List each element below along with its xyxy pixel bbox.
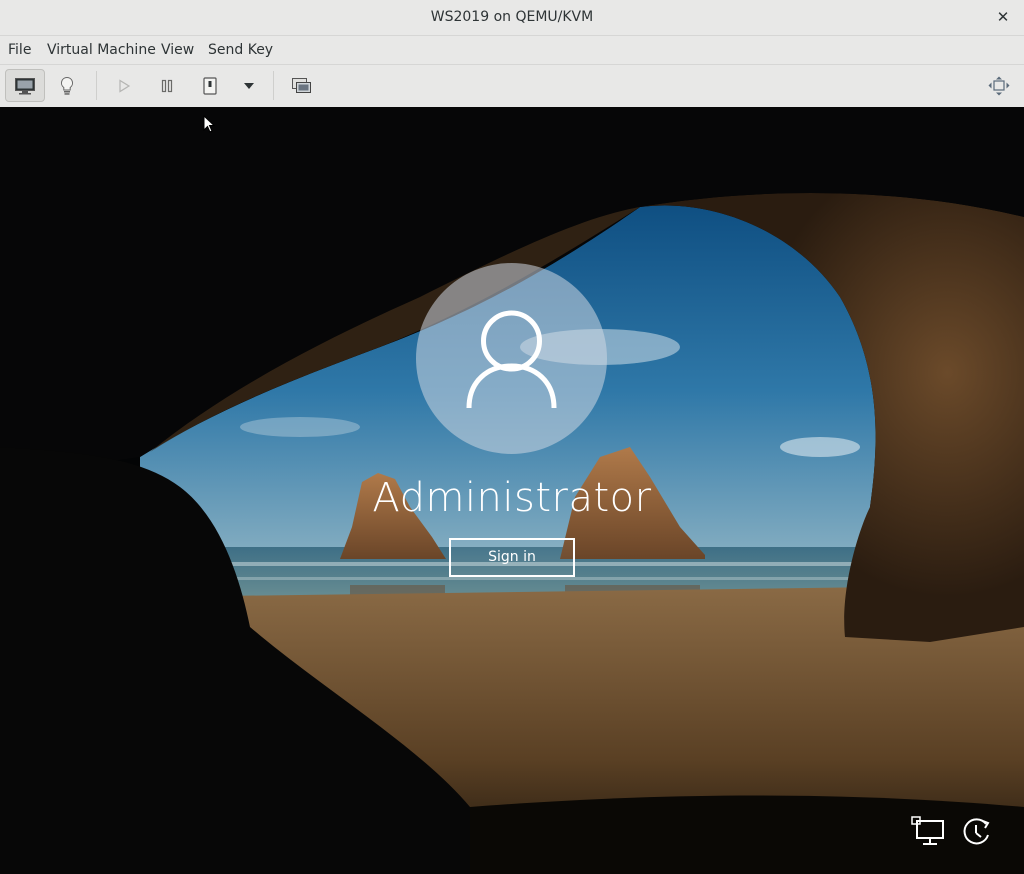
pause-icon [161, 79, 173, 92]
dropdown-arrow-icon [244, 82, 254, 89]
snapshots-button[interactable] [282, 69, 322, 102]
title-bar: WS2019 on QEMU/KVM ✕ [0, 0, 1024, 36]
sign-in-button[interactable]: Sign in [449, 538, 575, 577]
menu-file[interactable]: File [8, 42, 31, 58]
monitor-console-icon [15, 77, 35, 94]
console-button[interactable] [5, 69, 45, 102]
menu-view[interactable]: View [161, 42, 194, 58]
mouse-cursor-icon [203, 115, 216, 133]
run-button[interactable] [104, 69, 144, 102]
menu-bar: File Virtual Machine View Send Key [0, 36, 1024, 65]
lightbulb-details-icon [60, 76, 74, 95]
close-icon[interactable]: ✕ [994, 8, 1012, 26]
username-label: Administrator [372, 475, 652, 521]
pause-button[interactable] [147, 69, 187, 102]
play-run-icon [119, 78, 131, 93]
window-title: WS2019 on QEMU/KVM [430, 9, 594, 25]
fullscreen-button[interactable] [979, 69, 1019, 102]
shutdown-button[interactable] [190, 69, 230, 102]
details-button[interactable] [47, 69, 87, 102]
toolbar-separator [96, 71, 97, 100]
shutdown-menu-dropdown[interactable] [229, 69, 269, 102]
menu-send-key[interactable]: Send Key [208, 42, 273, 58]
network-icon[interactable] [910, 815, 946, 847]
ease-of-access-icon[interactable] [958, 815, 994, 847]
user-silhouette-icon [466, 310, 557, 409]
fullscreen-resize-icon [988, 76, 1010, 95]
toolbar [0, 65, 1024, 107]
vm-display[interactable]: Administrator Sign in [0, 107, 1024, 874]
user-avatar [416, 263, 607, 454]
power-shutdown-icon [203, 76, 217, 95]
menu-virtual-machine[interactable]: Virtual Machine [47, 42, 156, 58]
snapshots-icon [292, 77, 311, 93]
toolbar-separator [273, 71, 274, 100]
